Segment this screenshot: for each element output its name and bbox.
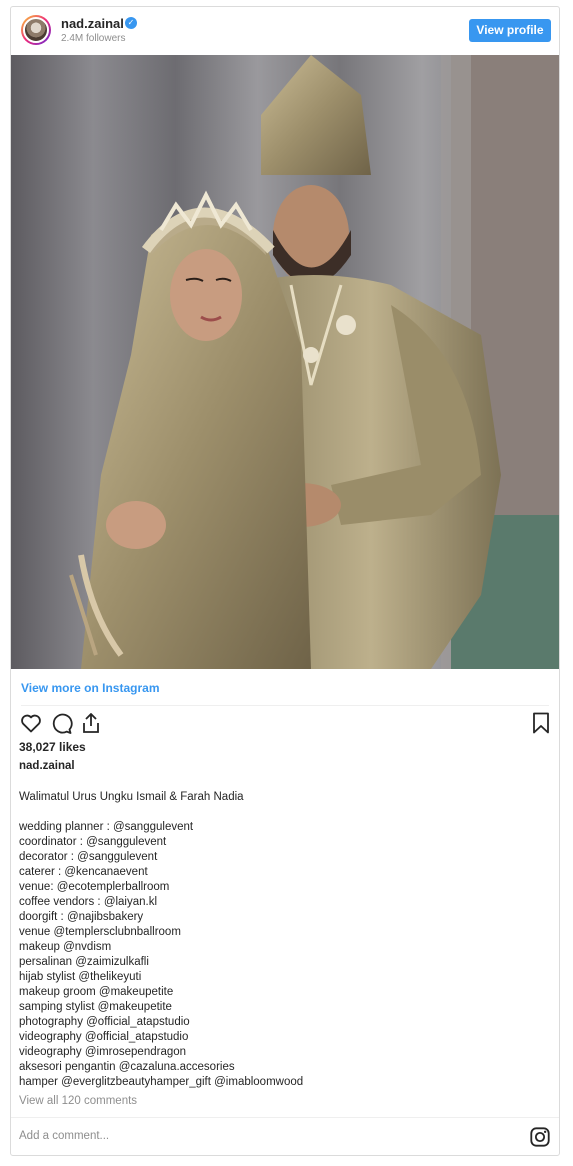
heart-icon[interactable] [19,711,43,735]
caption-credit-line: decorator : @sanggulevent [19,851,158,863]
instagram-embed-card: nad.zainal ✓ 2.4M followers View profile [10,6,560,1156]
view-more-on-instagram-link[interactable]: View more on Instagram [21,681,160,695]
caption-credit-line: caterer : @kencanaevent [19,866,148,878]
profile-username[interactable]: nad.zainal [61,16,124,31]
avatar[interactable] [21,15,51,45]
add-comment-input[interactable]: Add a comment... [19,1130,109,1142]
caption-credit-line: coordinator : @sanggulevent [19,836,167,848]
caption-credit-line: hijab stylist @thelikeyuti [19,971,142,983]
divider [21,705,549,706]
caption-credit-line: videography @imrosependragon [19,1046,187,1058]
caption-credit-line: persalinan @zaimizulkafli [19,956,149,968]
caption-credit-line: samping stylist @makeupetite [19,1001,172,1013]
caption-credit-line: wedding planner : @sanggulevent [19,821,194,833]
like-count[interactable]: 38,027 likes [19,740,86,754]
caption-credit-line: venue @templersclubnballroom [19,926,181,938]
instagram-icon[interactable] [529,1126,551,1148]
caption-credit-line: makeup groom @makeupetite [19,986,174,998]
caption-credit-line: venue: @ecotemplerballroom [19,881,170,893]
caption-text: Walimatul Urus Ungku Ismail & Farah Nadi… [19,790,549,1090]
verified-badge-icon: ✓ [125,17,137,29]
caption-credit-line: doorgift : @najibsbakery [19,911,144,923]
caption-credit-line: coffee vendors : @laiyan.kl [19,896,158,908]
comment-icon[interactable] [49,711,73,735]
caption-credit-line: makeup @nvdism [19,941,112,953]
view-profile-button[interactable]: View profile [469,19,551,42]
caption-credit-line: hamper @everglitzbeautyhamper_gift @imab… [19,1076,304,1088]
share-icon[interactable] [79,711,103,735]
view-all-comments-link[interactable]: View all 120 comments [19,1095,137,1107]
caption-username[interactable]: nad.zainal [19,760,75,772]
follower-count: 2.4M followers [61,33,126,44]
wedding-photo-illustration [11,55,559,669]
caption-credit-line: videography @official_atapstudio [19,1031,189,1043]
comment-bar: Add a comment... [11,1117,559,1155]
caption-credit-line: aksesori pengantin @cazaluna.accesories [19,1061,235,1073]
post-header: nad.zainal ✓ 2.4M followers View profile [11,7,559,55]
post-photo[interactable] [11,55,559,669]
action-bar [19,711,553,737]
caption-credits: wedding planner : @sanggulevent coordinat… [19,820,549,1090]
bookmark-icon[interactable] [529,711,553,735]
caption-credit-line: photography @official_atapstudio [19,1016,190,1028]
caption-title: Walimatul Urus Ungku Ismail & Farah Nadi… [19,791,244,803]
